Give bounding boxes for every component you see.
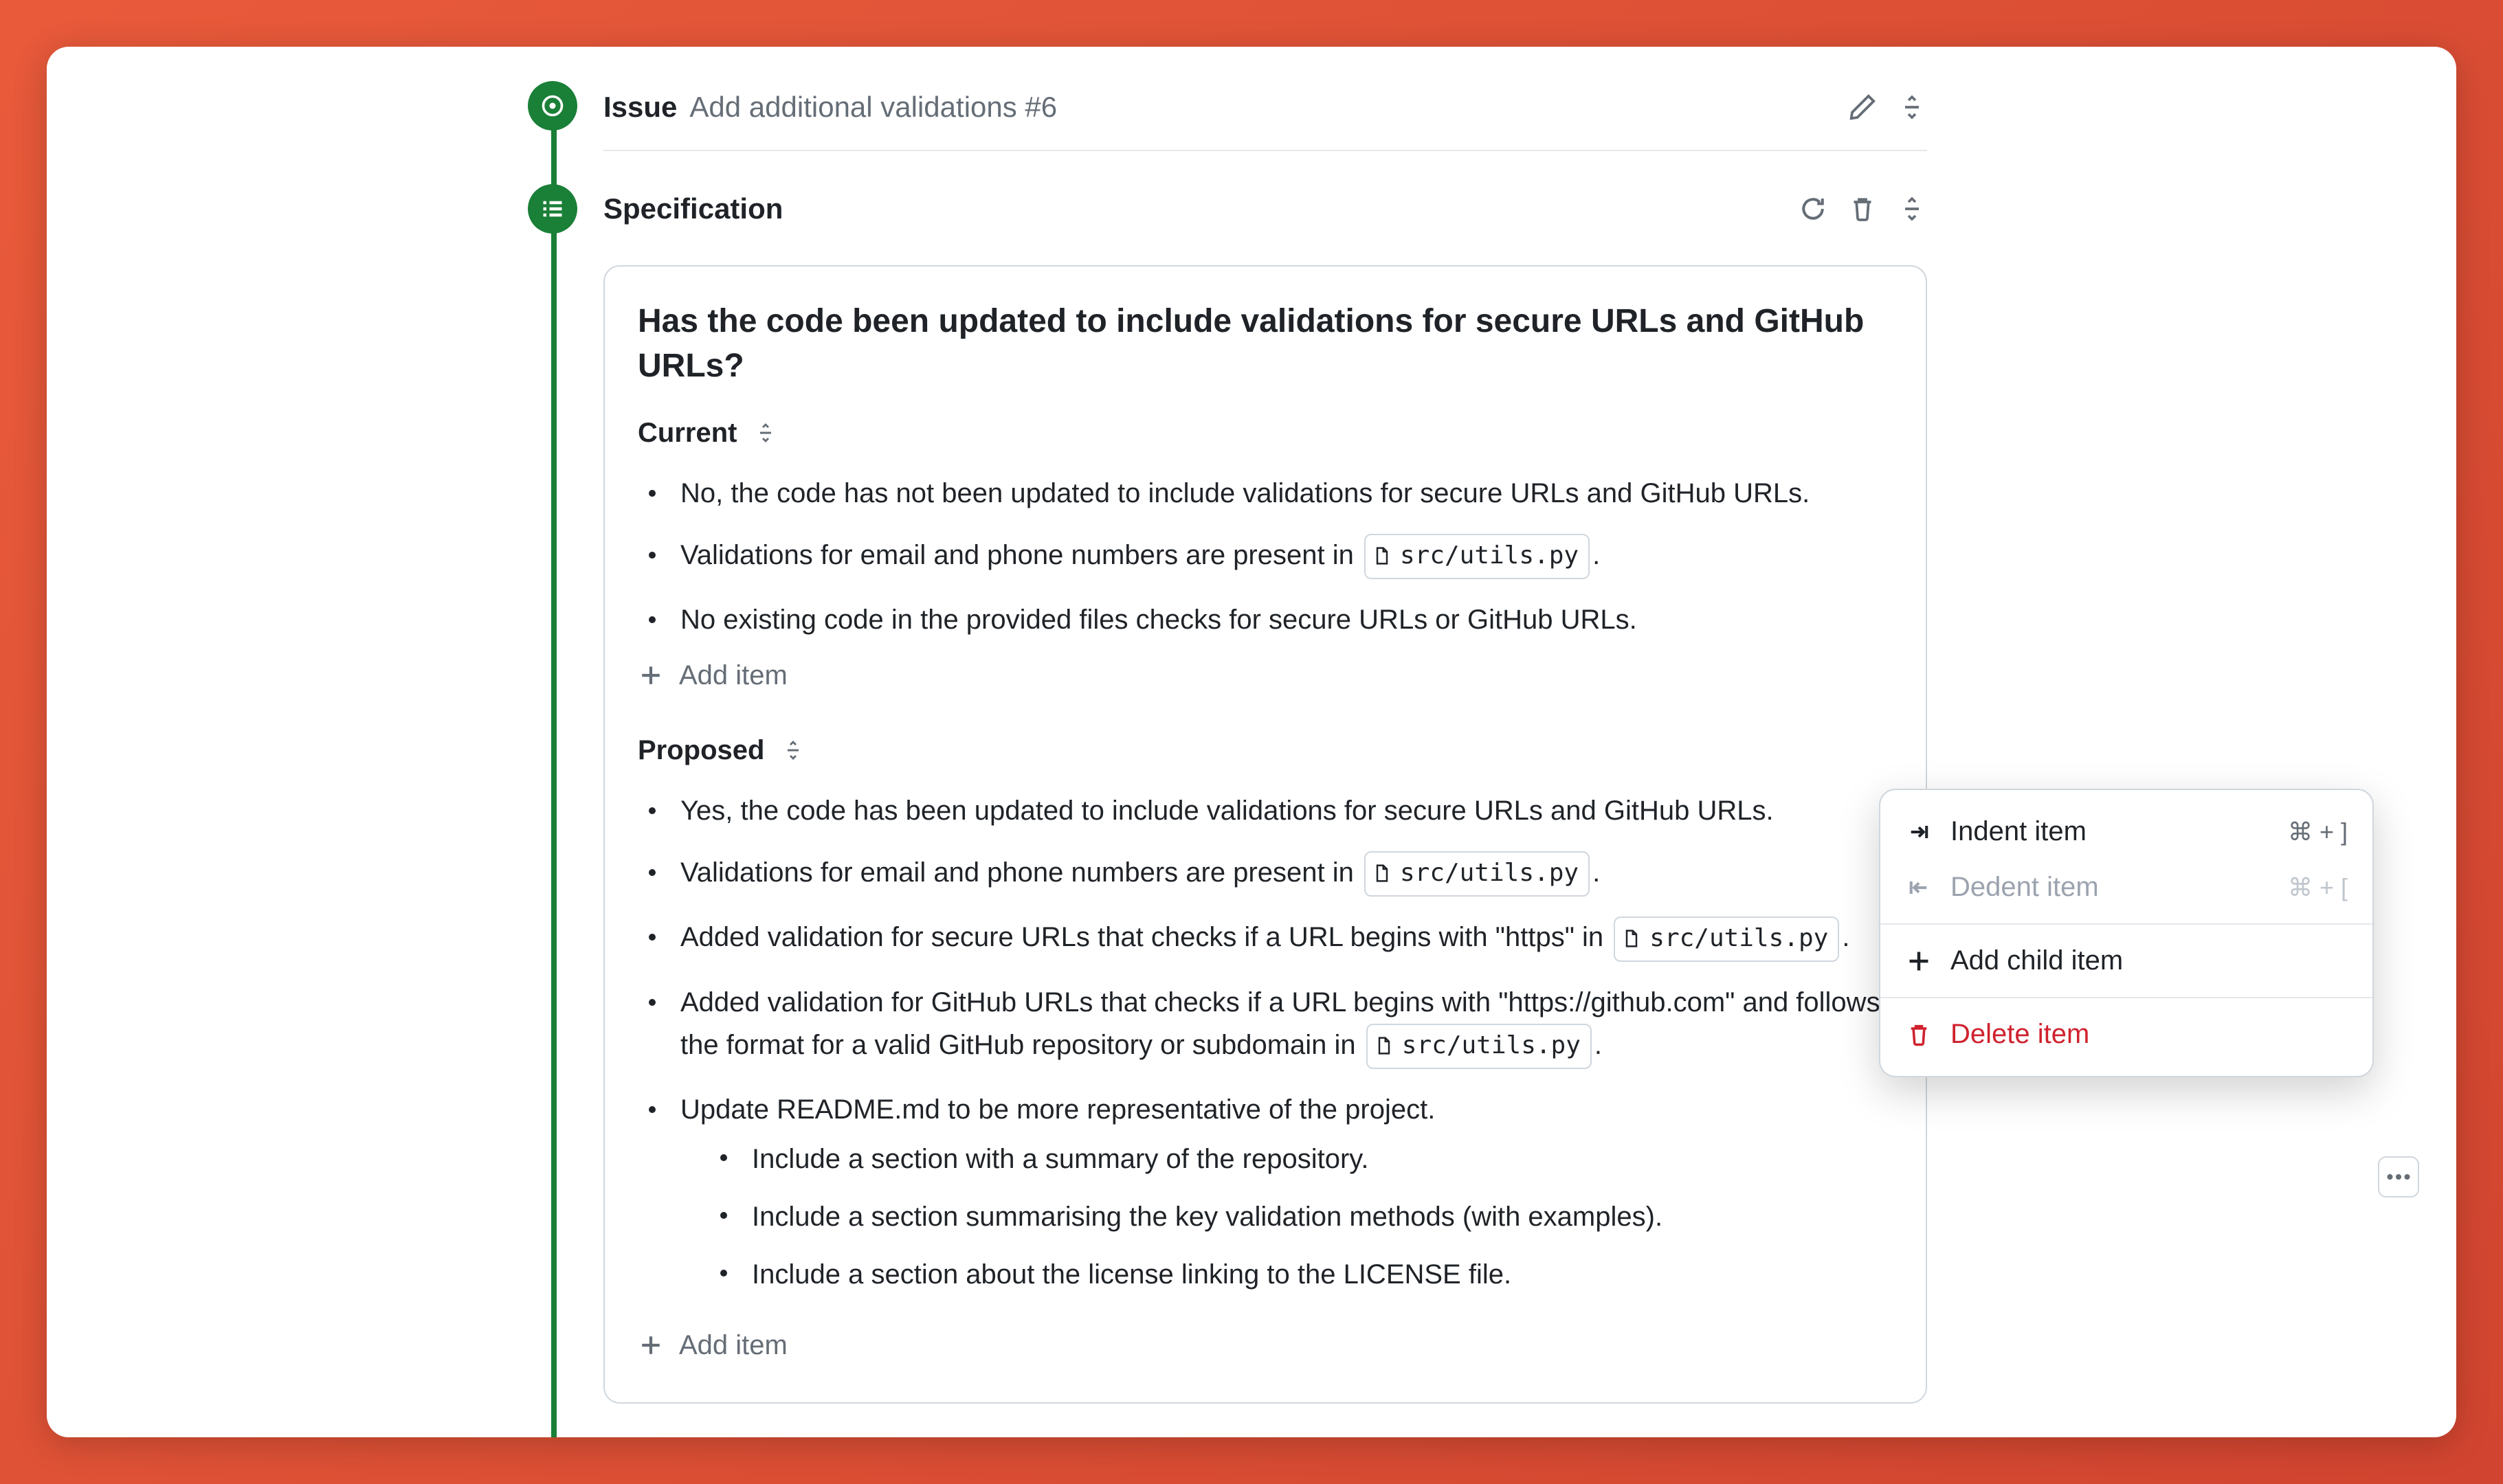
issue-label: Issue	[603, 91, 677, 124]
issue-header: Issue Add additional validations #6	[603, 81, 1927, 137]
context-menu: Indent item ⌘ + ] Dedent item ⌘ + [ Add …	[1879, 789, 2374, 1077]
list-item[interactable]: Include a section with a summary of the …	[720, 1138, 1893, 1180]
specification-actions	[1798, 194, 1927, 224]
specification-question: Has the code been updated to include val…	[638, 300, 1893, 389]
list-item[interactable]: Added validation for secure URLs that ch…	[649, 916, 1893, 961]
bullet	[649, 1106, 656, 1113]
file-chip[interactable]: src/utils.py	[1614, 917, 1839, 962]
list-item-body: Include a section about the license link…	[752, 1253, 1893, 1296]
bullet	[649, 552, 656, 559]
trash-icon[interactable]	[1847, 194, 1878, 224]
list-item-body: No, the code has not been updated to inc…	[680, 472, 1893, 515]
list-item[interactable]: Validations for email and phone numbers …	[649, 851, 1893, 897]
file-chip[interactable]: src/utils.py	[1364, 851, 1590, 897]
file-name: src/utils.py	[1402, 1026, 1581, 1065]
trash-icon	[1905, 1022, 1933, 1047]
issue-row: Issue Add additional validations #6	[528, 81, 1927, 137]
specification-row: Specification	[528, 184, 1927, 234]
add-item-label: Add item	[679, 660, 788, 691]
add-item-button[interactable]: Add item	[638, 1330, 1893, 1361]
menu-delete-item[interactable]: Delete item	[1880, 1007, 2372, 1062]
divider	[603, 150, 1927, 151]
timeline-line	[551, 122, 557, 1437]
list-item[interactable]: Include a section summarising the key va…	[720, 1195, 1893, 1238]
plus-icon	[1905, 949, 1933, 974]
menu-item-shortcut: ⌘ + [	[2288, 873, 2348, 902]
list-item[interactable]: No, the code has not been updated to inc…	[649, 472, 1893, 515]
bullet	[720, 1212, 727, 1219]
list-item-body: Include a section with a summary of the …	[752, 1138, 1893, 1180]
bullet	[649, 999, 656, 1006]
bullet	[720, 1154, 727, 1161]
file-name: src/utils.py	[1400, 537, 1579, 575]
add-item-label: Add item	[679, 1330, 788, 1361]
list-item[interactable]: Validations for email and phone numbers …	[649, 534, 1893, 579]
issue-actions	[1847, 92, 1927, 122]
sub-list: Include a section with a summary of the …	[680, 1138, 1893, 1296]
list-item[interactable]: Update README.md to be more representati…	[649, 1088, 1893, 1311]
timeline: Issue Add additional validations #6	[528, 81, 1927, 1404]
menu-item-label: Delete item	[1950, 1019, 2348, 1050]
add-item-button[interactable]: Add item	[638, 660, 1893, 691]
list-item-body: Update README.md to be more representati…	[680, 1088, 1893, 1311]
list-item[interactable]: No existing code in the provided files c…	[649, 598, 1893, 641]
menu-add-child-item[interactable]: Add child item	[1880, 933, 2372, 989]
list-item[interactable]: Yes, the code has been updated to includ…	[649, 789, 1893, 832]
edit-icon[interactable]	[1847, 92, 1878, 122]
specification-title: Specification	[603, 192, 1798, 225]
file-chip[interactable]: src/utils.py	[1366, 1024, 1592, 1069]
list-item-body: Include a section summarising the key va…	[752, 1195, 1893, 1238]
indent-icon	[1905, 820, 1933, 844]
bullet	[649, 869, 656, 876]
issue-node-icon	[528, 81, 577, 131]
bullet	[649, 934, 656, 941]
proposed-section-title: Proposed	[638, 735, 1893, 766]
current-list: No, the code has not been updated to inc…	[638, 472, 1893, 641]
more-button[interactable]	[2378, 1156, 2419, 1198]
issue-title[interactable]: Add additional validations #6	[689, 91, 1057, 124]
bullet	[649, 490, 656, 497]
list-item-body: Added validation for GitHub URLs that ch…	[680, 981, 1893, 1069]
proposed-list: Yes, the code has been updated to includ…	[638, 789, 1893, 1311]
unfold-icon[interactable]	[755, 422, 777, 444]
refresh-icon[interactable]	[1798, 194, 1828, 224]
unfold-icon[interactable]	[1897, 92, 1927, 122]
dedent-icon	[1905, 875, 1933, 900]
unfold-icon[interactable]	[1897, 194, 1927, 224]
current-section-title: Current	[638, 418, 1893, 449]
menu-item-shortcut: ⌘ + ]	[2288, 818, 2348, 846]
proposed-title: Proposed	[638, 735, 764, 766]
list-item-body: Validations for email and phone numbers …	[680, 851, 1893, 897]
menu-item-label: Add child item	[1950, 945, 2348, 976]
list-item[interactable]: Include a section about the license link…	[720, 1253, 1893, 1296]
menu-item-label: Dedent item	[1950, 872, 2270, 903]
file-name: src/utils.py	[1649, 919, 1828, 958]
menu-item-label: Indent item	[1950, 816, 2270, 847]
content-area: Issue Add additional validations #6	[47, 47, 2456, 1437]
bullet	[649, 807, 656, 814]
current-title: Current	[638, 418, 737, 449]
menu-separator	[1880, 923, 2372, 925]
app-window: Issue Add additional validations #6	[47, 47, 2456, 1437]
unfold-icon[interactable]	[782, 739, 804, 761]
bullet	[720, 1270, 727, 1277]
file-name: src/utils.py	[1400, 854, 1579, 892]
menu-dedent-item: Dedent item ⌘ + [	[1880, 859, 2372, 915]
specification-card: Has the code been updated to include val…	[603, 265, 1927, 1404]
list-item-body: No existing code in the provided files c…	[680, 598, 1893, 641]
specification-node-icon	[528, 184, 577, 234]
file-chip[interactable]: src/utils.py	[1364, 534, 1590, 579]
list-item-body: Validations for email and phone numbers …	[680, 534, 1893, 579]
bullet	[649, 616, 656, 623]
specification-header: Specification	[603, 192, 1927, 225]
list-item-body: Yes, the code has been updated to includ…	[680, 789, 1893, 832]
menu-separator	[1880, 997, 2372, 998]
menu-indent-item[interactable]: Indent item ⌘ + ]	[1880, 804, 2372, 859]
list-item-body: Added validation for secure URLs that ch…	[680, 916, 1893, 961]
list-item[interactable]: Added validation for GitHub URLs that ch…	[649, 981, 1893, 1069]
